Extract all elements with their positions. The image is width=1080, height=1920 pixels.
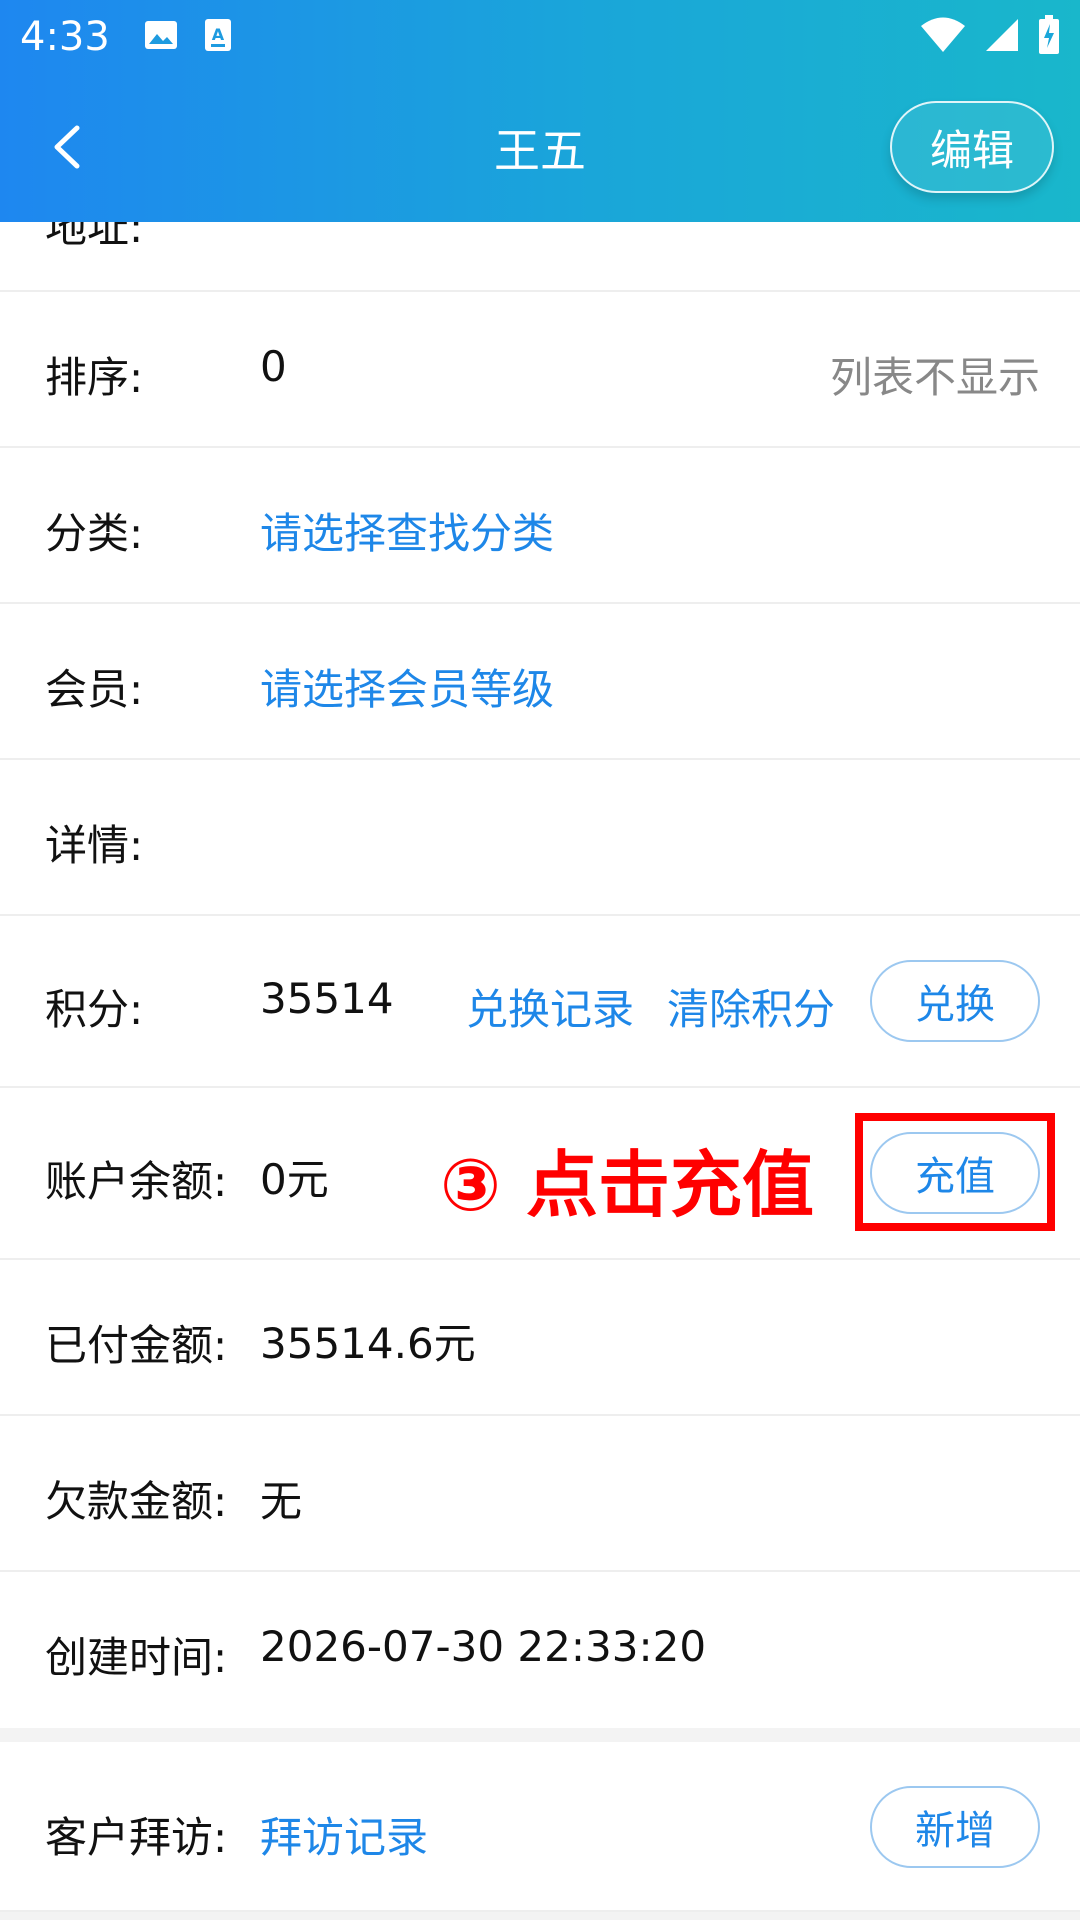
edit-button[interactable]: 编辑	[890, 101, 1054, 193]
paid-label: 已付金额:	[45, 1321, 228, 1370]
balance-row: 账户余额: 0元 ③ 点击充值 充值	[0, 1088, 1080, 1260]
accessibility-icon: A	[204, 18, 232, 56]
created-time-value: 2026-07-30 22:33:20	[260, 1622, 707, 1671]
visit-record-link[interactable]: 拜访记录	[260, 1804, 428, 1865]
points-row: 积分: 35514 兑换记录 清除积分 兑换	[0, 916, 1080, 1088]
address-label: 地址:	[45, 222, 144, 252]
add-visit-button[interactable]: 新增	[870, 1786, 1040, 1868]
debt-row: 欠款金额: 无	[0, 1416, 1080, 1572]
sort-row: 排序: 0 列表不显示	[0, 292, 1080, 448]
sort-hint: 列表不显示	[829, 353, 1040, 402]
chevron-left-icon	[54, 125, 80, 169]
member-level-select-link[interactable]: 请选择会员等级	[260, 656, 554, 717]
sort-label: 排序:	[45, 353, 144, 402]
battery-charging-icon	[1038, 15, 1060, 59]
member-row: 会员: 请选择会员等级	[0, 604, 1080, 760]
recharge-button[interactable]: 充值	[870, 1132, 1040, 1214]
created-time-row: 创建时间: 2026-07-30 22:33:20	[0, 1572, 1080, 1728]
customer-visit-row: 客户拜访: 拜访记录 新增	[0, 1742, 1080, 1912]
clear-points-link[interactable]: 清除积分	[667, 976, 835, 1037]
paid-row: 已付金额: 35514.6元	[0, 1260, 1080, 1416]
debt-label: 欠款金额:	[45, 1477, 228, 1526]
image-icon	[144, 20, 178, 54]
category-label: 分类:	[45, 509, 144, 558]
bottom-divider	[0, 1912, 1080, 1920]
address-row: 地址:	[0, 222, 1080, 292]
app-header: 王五 编辑	[0, 74, 1080, 222]
sort-value: 0	[260, 342, 287, 391]
annotation-text: ③ 点击充值	[440, 1143, 815, 1227]
category-select-link[interactable]: 请选择查找分类	[260, 500, 554, 561]
customer-visit-label: 客户拜访:	[45, 1813, 228, 1862]
section-divider	[0, 1728, 1080, 1742]
debt-value: 无	[260, 1477, 303, 1526]
category-row: 分类: 请选择查找分类	[0, 448, 1080, 604]
status-time: 4:33	[20, 14, 110, 60]
exchange-record-link[interactable]: 兑换记录	[466, 976, 634, 1037]
details-label: 详情:	[45, 821, 144, 870]
svg-text:A: A	[212, 25, 225, 44]
created-time-label: 创建时间:	[45, 1633, 228, 1682]
customer-detail-content[interactable]: 地址: 排序: 0 列表不显示 分类: 请选择查找分类 会员: 请选择会员等级 …	[0, 222, 1080, 1920]
points-value: 35514	[260, 974, 394, 1023]
balance-value: 0元	[260, 1155, 329, 1204]
points-label: 积分:	[45, 985, 144, 1034]
status-left-icons: A	[144, 18, 232, 56]
status-bar: 4:33 A	[0, 0, 1080, 74]
back-button[interactable]	[32, 112, 102, 182]
paid-value: 35514.6元	[260, 1319, 476, 1368]
status-right-icons	[920, 15, 1060, 59]
wifi-icon	[920, 17, 966, 57]
exchange-button[interactable]: 兑换	[870, 960, 1040, 1042]
balance-label: 账户余额:	[45, 1157, 228, 1206]
signal-icon	[984, 17, 1020, 57]
member-label: 会员:	[45, 665, 144, 714]
details-row: 详情:	[0, 760, 1080, 916]
